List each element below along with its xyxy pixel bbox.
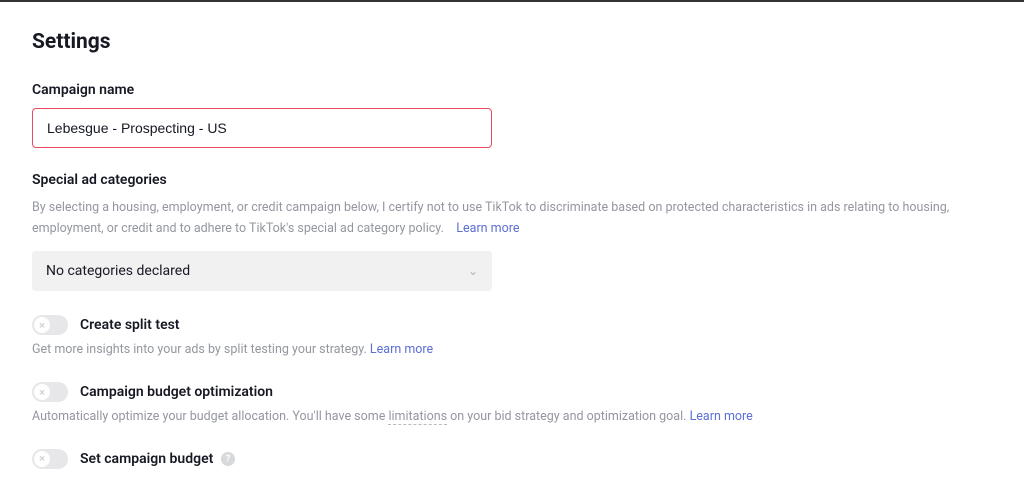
- campaign-name-section: Campaign name: [32, 82, 992, 148]
- set-budget-toggle[interactable]: [32, 449, 68, 469]
- special-categories-section: Special ad categories By selecting a hou…: [32, 172, 992, 291]
- split-test-description: Get more insights into your ads by split…: [32, 341, 992, 360]
- split-test-toggle[interactable]: [32, 315, 68, 335]
- chevron-down-icon: ⌄: [468, 264, 478, 278]
- special-categories-select[interactable]: No categories declared ⌄: [32, 251, 492, 291]
- toggle-knob-icon: [34, 384, 50, 400]
- campaign-name-label: Campaign name: [32, 82, 992, 98]
- set-budget-label: Set campaign budget ?: [80, 451, 235, 467]
- set-budget-section: Set campaign budget ?: [32, 449, 992, 469]
- special-categories-description: By selecting a housing, employment, or c…: [32, 198, 992, 239]
- budget-optimization-toggle[interactable]: [32, 382, 68, 402]
- special-categories-label: Special ad categories: [32, 172, 992, 188]
- help-icon[interactable]: ?: [221, 452, 235, 466]
- budget-opt-limitations-text: limitations: [388, 409, 447, 425]
- special-categories-learn-more-link[interactable]: Learn more: [456, 221, 519, 236]
- campaign-name-input[interactable]: [32, 108, 492, 148]
- budget-optimization-label: Campaign budget optimization: [80, 384, 273, 400]
- budget-opt-desc-post: on your bid strategy and optimization go…: [447, 409, 686, 424]
- toggle-knob-icon: [34, 317, 50, 333]
- budget-optimization-description: Automatically optimize your budget alloc…: [32, 408, 992, 427]
- budget-optimization-section: Campaign budget optimization Automatical…: [32, 382, 992, 427]
- toggle-knob-icon: [34, 451, 50, 467]
- budget-opt-desc-pre: Automatically optimize your budget alloc…: [32, 409, 388, 424]
- split-test-label: Create split test: [80, 317, 180, 333]
- split-test-section: Create split test Get more insights into…: [32, 315, 992, 360]
- special-categories-selected-value: No categories declared: [46, 263, 190, 279]
- split-test-desc-text: Get more insights into your ads by split…: [32, 342, 367, 357]
- page-title: Settings: [32, 30, 992, 54]
- budget-optimization-learn-more-link[interactable]: Learn more: [690, 409, 753, 424]
- split-test-learn-more-link[interactable]: Learn more: [370, 342, 433, 357]
